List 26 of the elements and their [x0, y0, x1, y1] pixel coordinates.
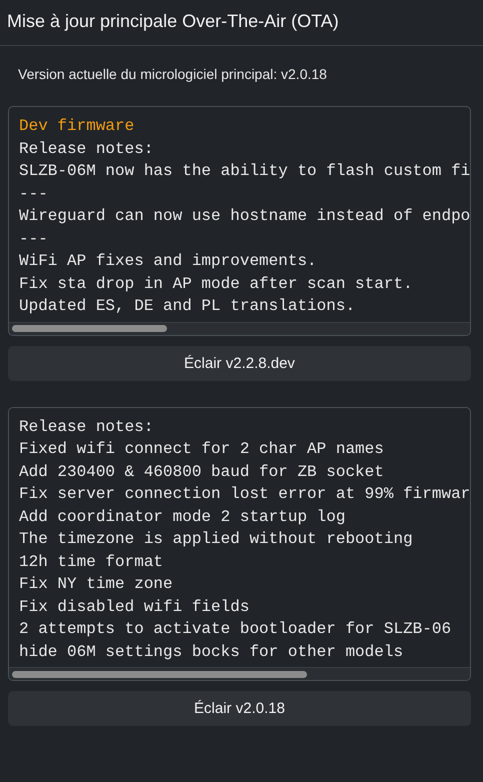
page-title: Mise à jour principale Over-The-Air (OTA)	[0, 0, 483, 46]
release-note-line: Updated ES, DE and PL translations.	[19, 296, 356, 317]
scrollbar[interactable]	[9, 667, 470, 680]
release-note-line: The timezone is applied without rebooting	[19, 529, 413, 550]
release-note-line: ---	[19, 228, 48, 250]
release-note-line: hide 06M settings bocks for other models	[19, 642, 404, 662]
release-note-line: WiFi AP fixes and improvements.	[19, 251, 317, 272]
firmware-title: Dev firmware	[19, 116, 134, 137]
release-note-line: Release notes:	[19, 138, 154, 160]
release-note-line: 2 attempts to activate bootloader for SLZB-06	[19, 619, 452, 640]
flash-button[interactable]: Éclair v2.0.18	[8, 691, 471, 726]
release-note-line: Wireguard can now use hostname instead of endpo	[19, 206, 470, 227]
release-note-line: Fix sta drop in AP mode after scan start.	[19, 274, 413, 294]
release-note-line: Add coordinator mode 2 startup log	[19, 506, 346, 528]
current-version-text: Version actuelle du micrologiciel principal: v2.0.18	[18, 66, 328, 82]
release-note-line: Fix server connection lost error at 99% firmwar	[19, 484, 470, 505]
release-note-line: SLZB-06M now has the ability to flash custom fi	[19, 161, 470, 182]
release-note-line: Fix disabled wifi fields	[19, 596, 250, 618]
release-note-line: ---	[19, 184, 48, 204]
flash-button[interactable]: Éclair v2.2.8.dev	[8, 346, 471, 380]
scrollbar[interactable]	[9, 322, 470, 334]
release-note-line: Fix NY time zone	[19, 574, 173, 595]
release-note-line: Add 230400 & 460800 baud for ZB socket	[19, 462, 384, 482]
release-note-line: Release notes:	[19, 416, 154, 438]
release-note-line: 12h time format	[19, 552, 164, 572]
release-note-line: Fixed wifi connect for 2 char AP names	[19, 439, 384, 460]
